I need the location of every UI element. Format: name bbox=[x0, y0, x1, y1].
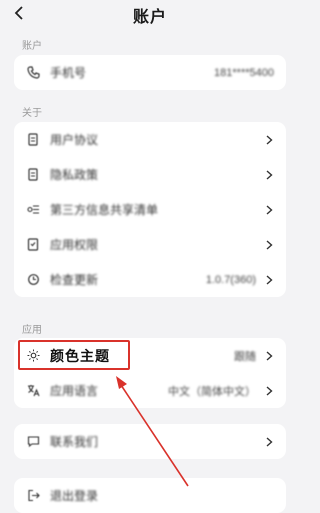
chevron-right-icon bbox=[264, 134, 274, 145]
third-party-sharing-label: 第三方信息共享清单 bbox=[50, 203, 159, 217]
logout-label: 退出登录 bbox=[50, 489, 99, 503]
contact-us-row[interactable]: 联系我们 bbox=[14, 424, 286, 459]
permission-icon bbox=[26, 238, 40, 252]
third-party-sharing-row[interactable]: 第三方信息共享清单 bbox=[14, 192, 286, 227]
language-value: 中文（简体中文） bbox=[168, 385, 256, 398]
refresh-icon bbox=[26, 273, 40, 287]
privacy-policy-label: 隐私政策 bbox=[50, 168, 99, 182]
chevron-right-icon bbox=[264, 350, 274, 361]
logout-group: 退出登录 bbox=[14, 478, 286, 513]
chevron-right-icon bbox=[264, 169, 274, 180]
section-label-about: 关于 bbox=[22, 108, 42, 119]
phone-value: 181****5400 bbox=[214, 66, 274, 79]
section-label-app: 应用 bbox=[22, 325, 42, 336]
chat-icon bbox=[26, 435, 40, 449]
annotation-highlight-box bbox=[18, 340, 130, 370]
chevron-right-icon bbox=[264, 239, 274, 250]
logout-icon bbox=[26, 489, 40, 503]
privacy-policy-row[interactable]: 隐私政策 bbox=[14, 157, 286, 192]
document-icon bbox=[26, 168, 40, 182]
user-agreement-label: 用户协议 bbox=[50, 133, 99, 147]
user-agreement-row[interactable]: 用户协议 bbox=[14, 122, 286, 157]
phone-row[interactable]: 手机号 181****5400 bbox=[14, 55, 286, 90]
theme-value: 跟随 bbox=[234, 350, 256, 363]
phone-label: 手机号 bbox=[50, 66, 87, 80]
chevron-right-icon bbox=[264, 204, 274, 215]
check-update-label: 检查更新 bbox=[50, 273, 99, 287]
section-label-account: 账户 bbox=[22, 41, 42, 52]
language-icon bbox=[26, 384, 40, 398]
contact-us-label: 联系我们 bbox=[50, 435, 99, 449]
account-group: 手机号 181****5400 bbox=[14, 55, 286, 90]
back-icon[interactable] bbox=[10, 4, 28, 22]
phone-icon bbox=[26, 66, 40, 80]
contact-group: 联系我们 bbox=[14, 424, 286, 459]
app-permissions-label: 应用权限 bbox=[50, 238, 99, 252]
chevron-right-icon bbox=[264, 385, 274, 396]
about-group: 用户协议 隐私政策 第三方信息共享清单 应用权限 检查更新 1.0.7(360) bbox=[14, 122, 286, 297]
app-permissions-row[interactable]: 应用权限 bbox=[14, 227, 286, 262]
version-value: 1.0.7(360) bbox=[205, 273, 256, 286]
app-language-label: 应用语言 bbox=[50, 384, 99, 398]
document-icon bbox=[26, 133, 40, 147]
share-list-icon bbox=[26, 203, 40, 217]
chevron-right-icon bbox=[264, 436, 274, 447]
logout-row[interactable]: 退出登录 bbox=[14, 478, 286, 513]
check-update-row[interactable]: 检查更新 1.0.7(360) bbox=[14, 262, 286, 297]
app-language-row[interactable]: 应用语言 中文（简体中文） bbox=[14, 373, 286, 408]
chevron-right-icon bbox=[264, 274, 274, 285]
page-title: 账户 bbox=[132, 9, 167, 26]
navigation-bar: 账户 bbox=[0, 0, 300, 30]
